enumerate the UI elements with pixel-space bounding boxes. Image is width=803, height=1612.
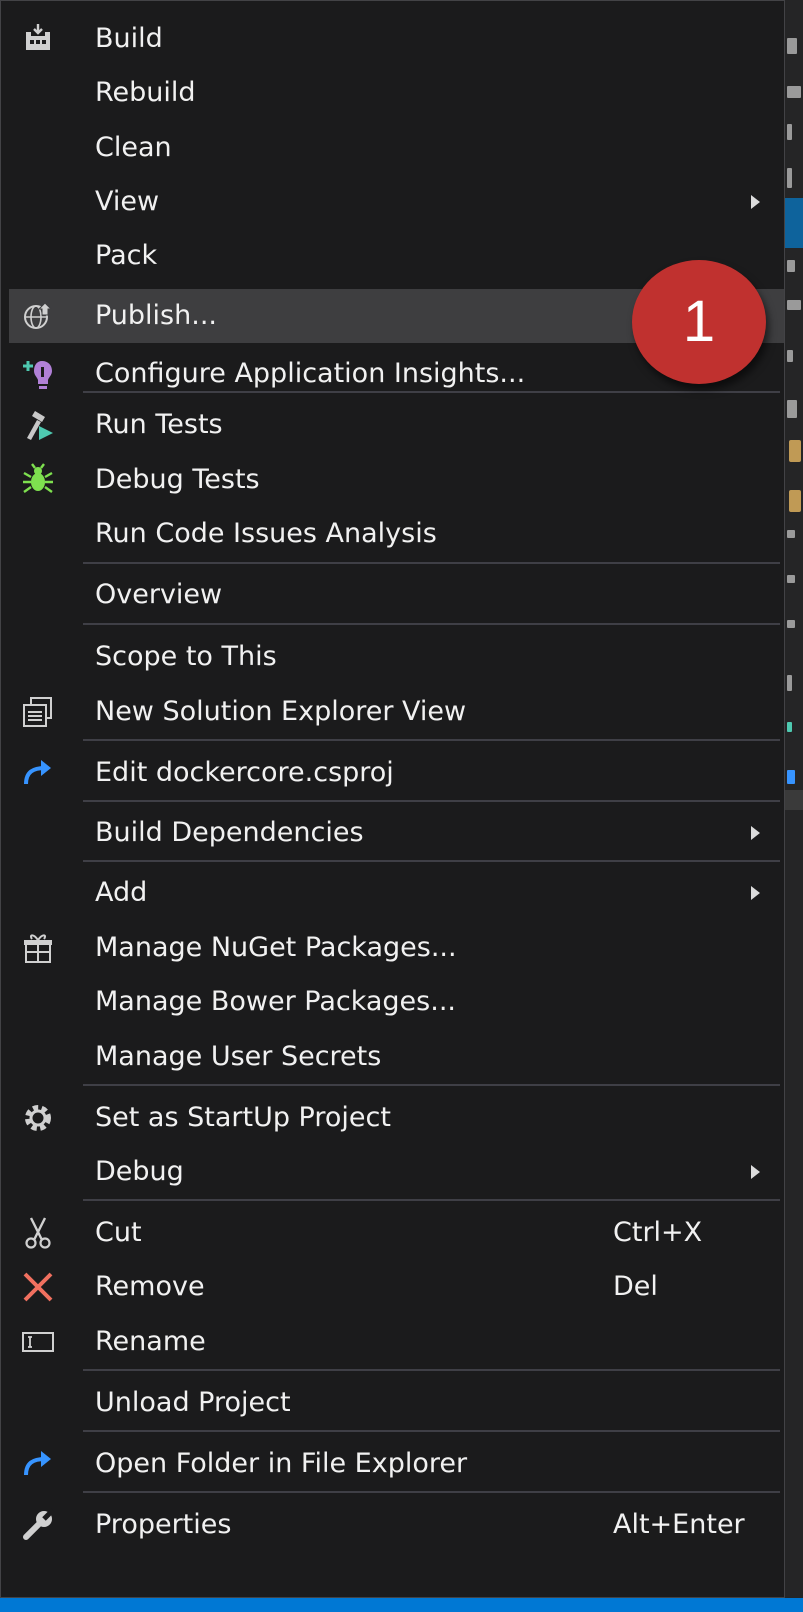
menu-separator <box>83 562 780 564</box>
menu-item-clean[interactable]: Clean <box>9 121 784 175</box>
submenu-arrow-icon <box>751 1165 760 1179</box>
menu-item-label: Debug Tests <box>95 464 260 495</box>
menu-separator <box>83 1084 780 1086</box>
status-bar <box>0 1598 803 1612</box>
menu-item-label: Rebuild <box>95 77 196 108</box>
menu-item-label: Remove <box>95 1271 205 1302</box>
menu-item-label: Add <box>95 877 148 908</box>
menu-item-debug-tests[interactable]: Debug Tests <box>9 453 784 507</box>
menu-item-label: Build Dependencies <box>95 817 364 848</box>
menu-item-label: Clean <box>95 132 172 163</box>
publish-globe-icon <box>24 302 53 329</box>
step-callout-badge: 1 <box>632 260 766 384</box>
run-tests-icon <box>27 411 53 440</box>
menu-item-label: Build <box>95 23 163 54</box>
menu-item-label: Overview <box>95 579 223 610</box>
menu-item-run-code-issues-analysis[interactable]: Run Code Issues Analysis <box>9 507 784 561</box>
menu-separator <box>83 1430 780 1432</box>
menu-separator <box>83 1369 780 1371</box>
menu-item-label: Manage User Secrets <box>95 1041 382 1072</box>
submenu-arrow-icon <box>751 195 760 209</box>
wrench-icon <box>23 1508 55 1540</box>
menu-item-debug[interactable]: Debug <box>9 1145 784 1199</box>
menu-item-label: Scope to This <box>95 641 277 672</box>
menu-item-label: Properties <box>95 1509 232 1540</box>
menu-item-unload-project[interactable]: Unload Project <box>9 1376 784 1430</box>
menu-item-rename[interactable]: Rename <box>9 1315 784 1369</box>
menu-separator <box>83 623 780 625</box>
edit-project-arrow-icon <box>24 760 51 785</box>
menu-item-label: Set as StartUp Project <box>95 1102 391 1133</box>
menu-item-open-folder-in-file-explorer[interactable]: Open Folder in File Explorer <box>9 1437 784 1491</box>
menu-item-overview[interactable]: Overview <box>9 568 784 622</box>
rename-icon <box>22 1332 54 1352</box>
menu-item-label: Manage NuGet Packages... <box>95 932 457 963</box>
menu-item-build-dependencies[interactable]: Build Dependencies <box>9 806 784 860</box>
menu-separator <box>83 800 780 802</box>
menu-item-label: Unload Project <box>95 1387 291 1418</box>
new-solution-explorer-view-icon <box>23 697 52 727</box>
menu-item-scope-to-this[interactable]: Scope to This <box>9 630 784 684</box>
menu-item-build[interactable]: Build <box>9 12 784 66</box>
menu-item-label: New Solution Explorer View <box>95 696 467 727</box>
menu-separator <box>83 860 780 862</box>
menu-item-shortcut: Ctrl+X <box>613 1217 703 1248</box>
menu-item-label: Publish... <box>95 300 217 331</box>
menu-item-add[interactable]: Add <box>9 866 784 920</box>
menu-item-edit-csproj[interactable]: Edit dockercore.csproj <box>9 746 784 800</box>
scissors-icon <box>25 1217 51 1249</box>
menu-separator <box>83 739 780 741</box>
menu-item-manage-nuget-packages[interactable]: Manage NuGet Packages... <box>9 921 784 975</box>
menu-separator <box>83 1199 780 1201</box>
menu-item-label: Rename <box>95 1326 206 1357</box>
project-context-menu: Build Rebuild Clean View Pack Publish...… <box>0 0 785 1598</box>
menu-item-manage-bower-packages[interactable]: Manage Bower Packages... <box>9 975 784 1029</box>
menu-item-new-solution-explorer-view[interactable]: New Solution Explorer View <box>9 685 784 739</box>
menu-item-label: Debug <box>95 1156 184 1187</box>
menu-item-label: Cut <box>95 1217 142 1248</box>
menu-item-label: Open Folder in File Explorer <box>95 1448 468 1479</box>
menu-item-label: Pack <box>95 240 158 271</box>
menu-item-rebuild[interactable]: Rebuild <box>9 66 784 120</box>
menu-separator <box>83 391 780 393</box>
application-insights-icon <box>23 361 52 389</box>
menu-item-manage-user-secrets[interactable]: Manage User Secrets <box>9 1030 784 1084</box>
menu-item-label: Manage Bower Packages... <box>95 986 456 1017</box>
menu-item-properties[interactable]: Properties Alt+Enter <box>9 1498 784 1552</box>
debug-tests-bug-icon <box>23 463 53 493</box>
menu-separator <box>83 1491 780 1493</box>
menu-item-label: Run Tests <box>95 409 223 440</box>
menu-item-label: Run Code Issues Analysis <box>95 518 437 549</box>
submenu-arrow-icon <box>751 886 760 900</box>
submenu-arrow-icon <box>751 826 760 840</box>
menu-item-set-as-startup-project[interactable]: Set as StartUp Project <box>9 1091 784 1145</box>
open-folder-arrow-icon <box>24 1451 51 1476</box>
menu-item-shortcut: Del <box>613 1271 658 1302</box>
close-x-icon <box>23 1272 53 1302</box>
menu-item-cut[interactable]: Cut Ctrl+X <box>9 1206 784 1260</box>
menu-item-run-tests[interactable]: Run Tests <box>9 398 784 452</box>
menu-item-view[interactable]: View <box>9 175 784 229</box>
menu-item-label: Edit dockercore.csproj <box>95 757 394 788</box>
menu-item-remove[interactable]: Remove Del <box>9 1260 784 1314</box>
build-icon <box>26 24 50 50</box>
menu-item-shortcut: Alt+Enter <box>613 1509 745 1540</box>
nuget-package-icon <box>24 934 52 963</box>
gear-icon <box>25 1105 51 1131</box>
menu-item-label: View <box>95 186 160 217</box>
